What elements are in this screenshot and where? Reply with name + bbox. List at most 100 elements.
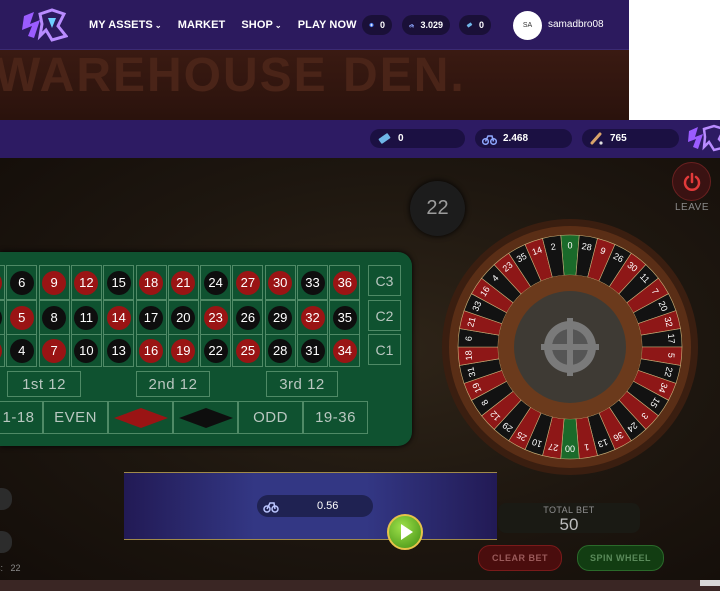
number-cell[interactable]: 16	[135, 334, 167, 367]
number-label: 10	[74, 338, 99, 363]
bet-label: 1-18	[2, 409, 35, 426]
dozen-bet-3rd[interactable]: 3rd 12	[266, 371, 338, 397]
game-balance-motorbike-token[interactable]: 2.468	[475, 129, 572, 148]
number-cell[interactable]: 32	[297, 300, 328, 335]
number-cell[interactable]: 29	[264, 300, 296, 335]
number-cell[interactable]: 24	[200, 265, 232, 300]
number-cell[interactable]: 11	[70, 300, 102, 335]
number-cell[interactable]: 18	[135, 265, 167, 300]
number-cell[interactable]: 5	[6, 300, 38, 335]
number-cell[interactable]: 14	[103, 300, 135, 335]
red-diamond-icon	[113, 407, 168, 428]
bet-even[interactable]: EVEN	[43, 401, 108, 434]
site-logo[interactable]	[20, 8, 68, 42]
number-cell[interactable]: 27	[232, 265, 264, 300]
page: MY ASSETS ⌄ MARKET SHOP ⌄ PLAY NOW 0 3.029…	[0, 0, 720, 591]
wheel-number: 5	[666, 352, 676, 358]
last-number-value: 22	[426, 197, 449, 219]
number-cell[interactable]: 34	[329, 334, 361, 367]
wheel-number: 28	[581, 241, 593, 253]
number-label: 5	[9, 305, 34, 330]
play-button[interactable]	[387, 514, 423, 550]
number-label: 31	[300, 338, 325, 363]
number-label: 35	[332, 305, 357, 330]
number-label: 20	[171, 305, 196, 330]
number-cell[interactable]: 1	[0, 334, 5, 367]
column-bet-label: C1	[375, 341, 394, 358]
balance-ticket[interactable]: 0	[459, 15, 491, 35]
dozen-bet-2nd[interactable]: 2nd 12	[136, 371, 210, 397]
clear-bet-button[interactable]: CLEAR BET	[478, 545, 562, 571]
column-bet-c3[interactable]: C3	[368, 265, 401, 296]
dozen-bet-label: 3rd 12	[279, 375, 325, 393]
bet-1-18[interactable]: 1-18	[0, 401, 43, 434]
number-cell[interactable]: 20	[167, 300, 199, 335]
bet-odd[interactable]: ODD	[238, 401, 303, 434]
nav-shop[interactable]: SHOP ⌄	[241, 19, 281, 31]
wheel-number: 27	[548, 441, 560, 453]
number-cell[interactable]: 9	[38, 265, 70, 300]
number-label: 3	[0, 270, 2, 295]
play-icon	[400, 524, 413, 540]
number-cell[interactable]: 26	[232, 300, 264, 335]
balance-plus-token[interactable]: 0	[362, 15, 392, 35]
number-label: 18	[139, 270, 163, 295]
nav-market[interactable]: MARKET	[178, 19, 226, 31]
number-label: 12	[74, 270, 99, 295]
background-title: WAREHOUSE DEN.	[0, 50, 466, 102]
number-cell[interactable]: 6	[6, 265, 38, 300]
blank-panel	[629, 0, 720, 120]
balance-motorbike-token[interactable]: 3.029	[402, 15, 450, 35]
column-bet-c2[interactable]: C2	[368, 300, 401, 331]
dozen-bet-1st[interactable]: 1st 12	[7, 371, 81, 397]
nav-play-now[interactable]: PLAY NOW	[298, 19, 357, 31]
nav-my-assets-label: MY ASSETS	[89, 19, 153, 31]
number-cell[interactable]: 10	[70, 334, 102, 367]
number-label: 15	[106, 270, 131, 295]
number-cell[interactable]: 22	[200, 334, 232, 367]
number-cell[interactable]: 30	[264, 265, 296, 300]
avatar[interactable]: SA	[513, 11, 542, 40]
number-cell[interactable]: 8	[38, 300, 70, 335]
number-cell[interactable]: 35	[329, 300, 361, 335]
number-cell[interactable]: 12	[70, 265, 102, 300]
number-cell[interactable]: 28	[264, 334, 296, 367]
number-cell[interactable]: 2	[0, 300, 5, 335]
power-icon	[683, 172, 700, 191]
game-balance-bat[interactable]: 765	[582, 129, 679, 148]
number-cell[interactable]: 17	[135, 300, 167, 335]
footer-bar	[0, 580, 720, 591]
number-cell[interactable]: 31	[297, 334, 328, 367]
number-cell[interactable]: 15	[103, 265, 135, 300]
motorbike-token-icon	[482, 135, 497, 146]
number-cell[interactable]: 36	[329, 265, 361, 300]
total-bet-value: 50	[559, 515, 579, 534]
number-label: 25	[235, 338, 260, 363]
number-cell[interactable]: 33	[297, 265, 328, 300]
nav-my-assets[interactable]: MY ASSETS ⌄	[89, 19, 162, 31]
bet-red[interactable]	[108, 401, 173, 434]
leave-button[interactable]	[672, 162, 711, 201]
spin-wheel-button[interactable]: SPIN WHEEL	[577, 545, 664, 571]
number-cell[interactable]: 19	[167, 334, 199, 367]
number-cell[interactable]: 4	[6, 334, 38, 367]
bet-19-36[interactable]: 19-36	[303, 401, 368, 434]
column-bet-c1[interactable]: C1	[368, 334, 401, 365]
spin-wheel-label: SPIN WHEEL	[589, 553, 651, 563]
username[interactable]: samadbro08	[548, 19, 604, 30]
number-cell[interactable]: 13	[103, 334, 135, 367]
site-logo[interactable]	[686, 124, 720, 152]
wheel-number: 6	[464, 336, 474, 342]
chevron-down-icon: ⌄	[154, 20, 162, 30]
plus-token-icon	[369, 22, 374, 28]
number-cell[interactable]: 25	[232, 334, 264, 367]
number-cell[interactable]: 21	[167, 265, 199, 300]
motorbike-token-icon	[263, 502, 279, 513]
bet-black[interactable]	[173, 401, 238, 434]
number-cell[interactable]: 23	[200, 300, 232, 335]
number-cell[interactable]: 7	[38, 334, 70, 367]
number-cell[interactable]: 3	[0, 265, 5, 300]
game-balance-ticket[interactable]: 0	[370, 129, 465, 148]
bet-amount-field[interactable]: 0.56	[257, 495, 373, 517]
number-label: 11	[74, 305, 99, 330]
